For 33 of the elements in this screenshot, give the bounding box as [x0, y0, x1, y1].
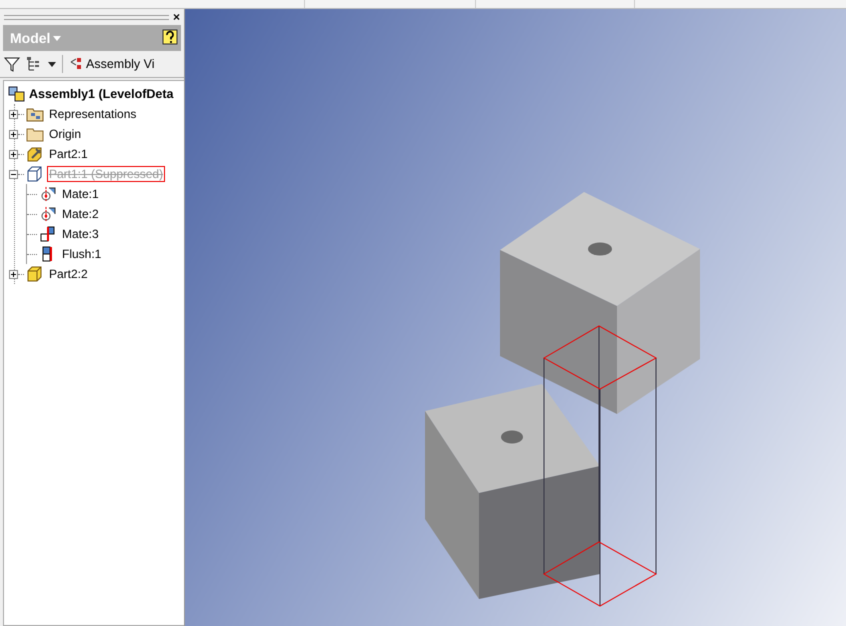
tree-item[interactable]: Origin — [47, 126, 84, 142]
filter-icon[interactable] — [4, 56, 20, 72]
folder-icon — [26, 126, 44, 142]
cube-outline-icon — [26, 166, 44, 182]
tree-item[interactable]: Part2:1 — [47, 146, 90, 162]
caret-icon[interactable] — [48, 62, 56, 66]
close-button[interactable]: × — [172, 10, 180, 24]
mate-flat-icon — [39, 226, 57, 242]
caret-icon — [53, 36, 62, 40]
tree-item[interactable]: Part2:2 — [47, 266, 90, 282]
tree-item[interactable]: Representations — [47, 106, 138, 122]
hierarchy-icon[interactable] — [26, 56, 42, 72]
assembly-view-button[interactable]: Assembly Vi — [69, 57, 155, 71]
folder-tree-icon — [26, 106, 44, 122]
cube-icon — [26, 266, 44, 282]
expand-toggle-icon[interactable] — [9, 110, 18, 118]
expand-toggle-icon[interactable] — [9, 270, 18, 278]
help-icon[interactable] — [162, 29, 178, 47]
expand-toggle-icon[interactable] — [9, 130, 18, 138]
tree-item[interactable]: Flush:1 — [60, 246, 104, 262]
3d-viewport[interactable] — [185, 9, 846, 626]
tree-item[interactable]: Mate:2 — [60, 206, 101, 222]
tree-item[interactable]: Mate:3 — [60, 226, 101, 242]
mate-icon — [39, 186, 57, 202]
panel-title: Model — [10, 30, 50, 46]
tree-root-item[interactable]: Assembly1 (LevelofDeta — [29, 87, 174, 101]
assembly-view-icon — [69, 57, 83, 71]
assembly-icon — [8, 86, 26, 102]
expand-toggle-icon[interactable] — [9, 150, 18, 158]
tree-item[interactable]: Mate:1 — [60, 186, 101, 202]
collapse-toggle-icon[interactable] — [9, 170, 18, 178]
pushpin-part-icon — [26, 146, 44, 162]
mate-icon — [39, 206, 57, 222]
